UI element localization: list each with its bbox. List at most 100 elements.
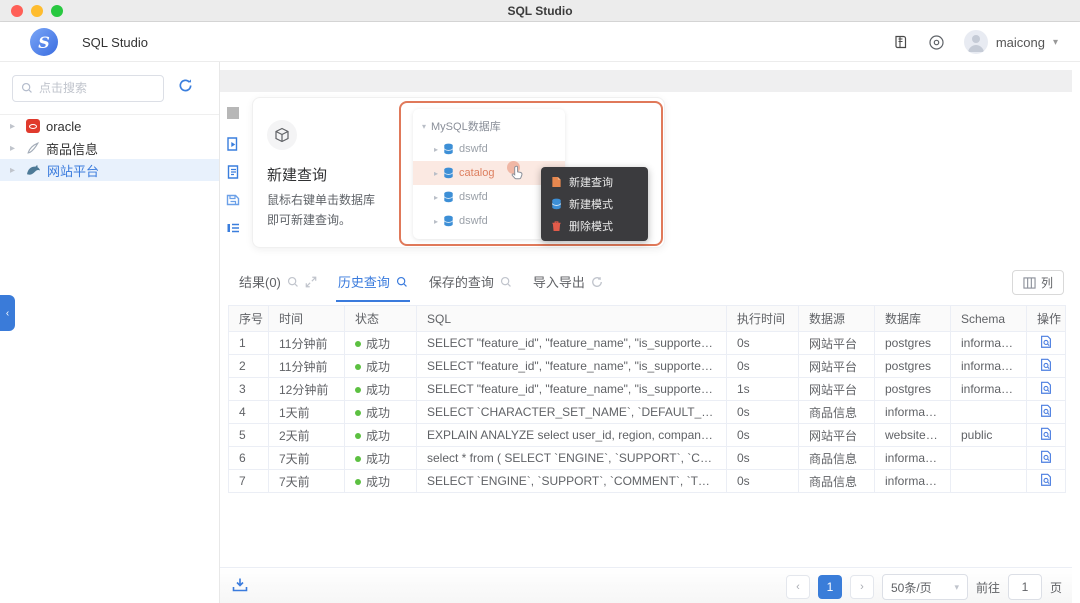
macos-titlebar: SQL Studio — [0, 0, 1080, 22]
illustration-tree-root: ▾ MySQL数据库 — [422, 121, 501, 133]
docs-icon[interactable] — [892, 33, 910, 51]
collapse-arrow-icon: ▾ — [422, 121, 427, 131]
user-name: maicong — [995, 34, 1045, 50]
view-query-button[interactable] — [1026, 400, 1066, 424]
columns-icon — [1023, 276, 1036, 289]
app-name: SQL Studio — [82, 35, 149, 50]
file-search-icon — [1041, 335, 1051, 348]
sidebar-item-website-platform[interactable]: ▸ 网站平台 — [0, 159, 219, 181]
status-dot — [355, 410, 361, 417]
page-size-select[interactable]: 50条/页 ▾ — [881, 574, 968, 600]
empty-tab-strip — [220, 70, 1072, 92]
chevron-right-icon: › — [860, 581, 864, 593]
sidebar-item-product-info[interactable]: ▸ 商品信息 — [0, 137, 219, 159]
delete-schema-icon — [552, 221, 561, 232]
col-actions: 操作 — [1026, 305, 1066, 332]
menu-item-new-query[interactable]: 新建查询 — [541, 171, 648, 193]
list-icon[interactable] — [225, 220, 241, 236]
expand-arrow-icon[interactable]: ▸ — [10, 121, 20, 132]
col-database: 数据库 — [874, 305, 951, 332]
chevron-left-icon: ‹ — [5, 307, 10, 319]
file-search-icon — [1041, 404, 1051, 417]
columns-button[interactable]: 列 — [1011, 270, 1064, 295]
result-tabs: 结果(0) 历史查询 保存的查询 导入导出 列 — [228, 268, 1064, 302]
status-dot — [355, 387, 361, 394]
search-icon[interactable] — [287, 276, 299, 288]
status-dot — [355, 479, 361, 486]
view-query-button[interactable] — [1026, 423, 1066, 447]
view-query-button[interactable] — [1026, 354, 1066, 378]
table-row: 3 12分钟前 成功 SELECT "feature_id", "feature… — [228, 377, 1066, 401]
tab-results[interactable]: 结果(0) — [237, 268, 319, 300]
table-header-row: 序号 时间 状态 SQL 执行时间 数据源 数据库 Schema 操作 — [228, 305, 1066, 332]
expand-arrow-icon: ▸ — [434, 168, 439, 178]
next-page-button[interactable]: › — [849, 575, 874, 599]
menu-item-delete-schema[interactable]: 删除模式 — [541, 215, 648, 237]
prev-page-button[interactable]: ‹ — [785, 575, 810, 599]
refresh-icon[interactable] — [178, 78, 193, 98]
context-menu: 新建查询 新建模式 删除模式 — [541, 167, 648, 241]
chevron-left-icon: ‹ — [796, 581, 800, 593]
expand-arrow-icon: ▸ — [434, 192, 439, 202]
file-search-icon — [1041, 473, 1051, 486]
search-icon[interactable] — [500, 276, 512, 288]
database-icon — [443, 167, 454, 179]
view-query-button[interactable] — [1026, 331, 1066, 355]
refresh-icon[interactable] — [591, 276, 603, 288]
sidebar-item-oracle[interactable]: ▸ oracle — [0, 115, 219, 137]
view-query-button[interactable] — [1026, 377, 1066, 401]
sqlite-db-icon — [27, 142, 40, 154]
oracle-db-icon — [26, 119, 40, 133]
window-title: SQL Studio — [507, 3, 573, 18]
onboarding-illustration: ▾ MySQL数据库 ▸ dswfd ▸ catalog ▸ dswfd ▸ d… — [399, 101, 663, 246]
status-dot — [355, 456, 361, 463]
page-number-button[interactable]: 1 — [817, 575, 842, 599]
app-logo-icon: S — [30, 28, 58, 56]
tree-item-label: 商品信息 — [46, 141, 99, 157]
sidebar-collapse-handle[interactable]: ‹ — [0, 295, 15, 331]
zoom-window-button[interactable] — [51, 5, 63, 17]
expand-arrow-icon[interactable]: ▸ — [10, 165, 20, 176]
run-script-icon[interactable] — [225, 136, 241, 152]
pagination: ‹ 1 › 50条/页 ▾ 前往 页 — [785, 574, 1062, 600]
user-menu[interactable]: maicong ▾ — [963, 30, 1058, 54]
datasource-tree: ▸ oracle ▸ 商品信息 ▸ 网站平台 — [0, 115, 219, 181]
expand-arrow-icon: ▸ — [434, 216, 439, 226]
document-icon[interactable] — [225, 164, 241, 180]
status-dot — [355, 364, 361, 371]
expand-arrow-icon: ▸ — [434, 144, 439, 154]
view-query-button[interactable] — [1026, 446, 1066, 470]
view-query-button[interactable] — [1026, 469, 1066, 493]
search-icon[interactable] — [396, 276, 408, 288]
file-search-icon — [1041, 450, 1051, 463]
tree-item-label: oracle — [46, 118, 82, 134]
page-unit-label: 页 — [1049, 580, 1062, 595]
new-schema-icon — [551, 198, 562, 210]
menu-item-new-schema[interactable]: 新建模式 — [541, 193, 648, 215]
col-time: 时间 — [268, 305, 345, 332]
vertical-toolbar — [223, 107, 243, 248]
tab-saved-queries[interactable]: 保存的查询 — [427, 268, 514, 300]
sql-studio-window: SQL Studio S SQL Studio maicong ▾ 点击搜索 ▸… — [0, 0, 1080, 603]
tree-item-label: 网站平台 — [47, 163, 100, 179]
search-input[interactable] — [39, 81, 139, 95]
download-icon[interactable] — [232, 577, 248, 598]
settings-icon[interactable] — [928, 33, 946, 51]
history-table: 序号 时间 状态 SQL 执行时间 数据源 数据库 Schema 操作 1 11… — [228, 305, 1066, 493]
expand-arrow-icon[interactable]: ▸ — [10, 143, 20, 154]
mysql-db-icon — [27, 164, 40, 175]
col-status: 状态 — [344, 305, 417, 332]
onboarding-title: 新建查询 — [267, 167, 328, 184]
tab-history[interactable]: 历史查询 — [335, 268, 410, 302]
file-search-icon — [1041, 358, 1051, 371]
col-exec-time: 执行时间 — [726, 305, 799, 332]
minimize-window-button[interactable] — [31, 5, 43, 17]
main-area: 新建查询 鼠标右键单击数据库 即可新建查询。 ▾ MySQL数据库 ▸ dswf… — [220, 62, 1080, 603]
avatar — [963, 30, 988, 54]
expand-icon[interactable] — [305, 276, 317, 288]
col-schema: Schema — [950, 305, 1027, 332]
goto-page-input[interactable] — [1007, 574, 1042, 600]
close-window-button[interactable] — [11, 5, 23, 17]
tab-import-export[interactable]: 导入导出 — [531, 268, 605, 300]
save-icon[interactable] — [225, 192, 241, 208]
